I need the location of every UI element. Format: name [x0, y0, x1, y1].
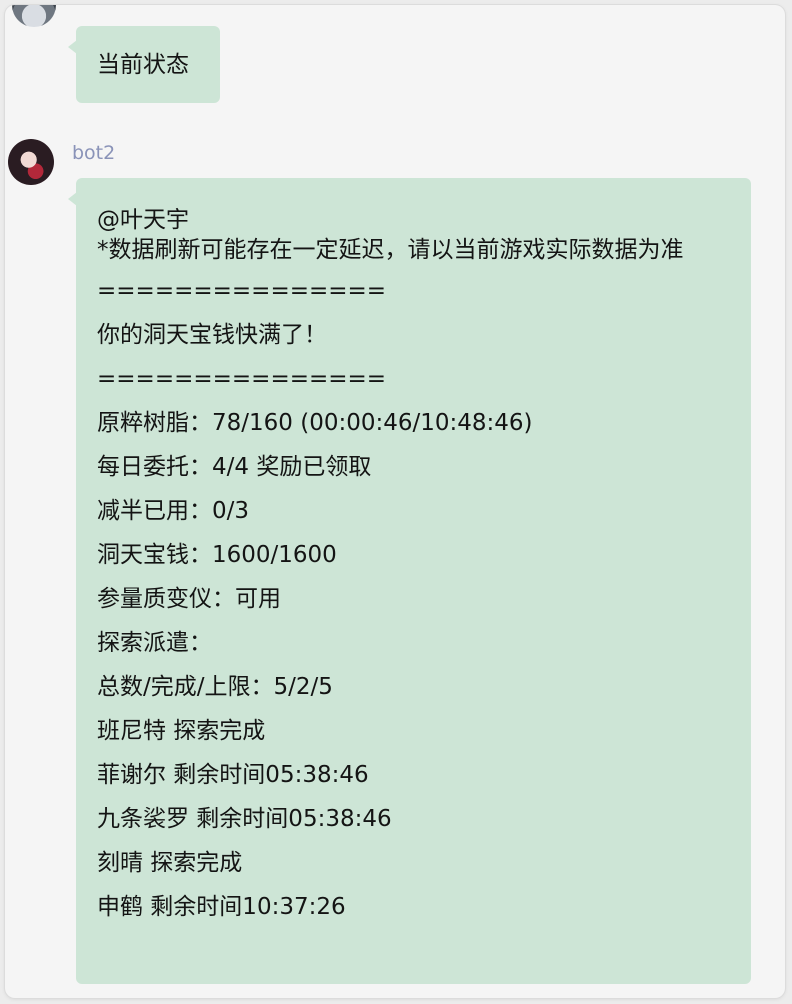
- sender-name: bot2: [72, 142, 116, 164]
- user-avatar[interactable]: [12, 5, 56, 27]
- message-bubble-bot[interactable]: @叶天宇 *数据刷新可能存在一定延迟，请以当前游戏实际数据为准 ========…: [68, 178, 751, 984]
- message-line: 参量质变仪：可用: [97, 586, 281, 612]
- message-line: 菲谢尔 剩余时间05:38:46: [97, 762, 369, 788]
- message-line: 申鹤 剩余时间10:37:26: [97, 894, 346, 920]
- message-line: 洞天宝钱：1600/1600: [97, 542, 337, 568]
- message-text: 当前状态: [97, 52, 189, 78]
- message-content: @叶天宇 *数据刷新可能存在一定延迟，请以当前游戏实际数据为准 ========…: [97, 205, 742, 929]
- message-line: 每日委托：4/4 奖励已领取: [97, 454, 372, 480]
- notice-text: *数据刷新可能存在一定延迟，请以当前游戏实际数据为准: [97, 237, 684, 263]
- message-bubble-user[interactable]: 当前状态: [68, 26, 220, 103]
- message-line: 班尼特 探索完成: [97, 718, 266, 744]
- message-line: 减半已用：0/3: [97, 498, 250, 524]
- message-line: 九条裟罗 剩余时间05:38:46: [97, 806, 392, 832]
- message-line: 刻晴 探索完成: [97, 850, 243, 876]
- chat-window: 当前状态 bot2 @叶天宇 *数据刷新可能存在一定延迟，请以当前游戏实际数据为…: [5, 5, 785, 998]
- message-line: 总数/完成/上限：5/2/5: [97, 674, 333, 700]
- message-line: 原粹树脂：78/160 (00:00:46/10:48:46): [97, 410, 533, 436]
- message-line: 你的洞天宝钱快满了！: [97, 322, 327, 348]
- message-line: ===============: [97, 366, 387, 392]
- message-line: 探索派遣：: [97, 630, 212, 656]
- message-line: ===============: [97, 278, 387, 304]
- bot-avatar[interactable]: [8, 139, 54, 185]
